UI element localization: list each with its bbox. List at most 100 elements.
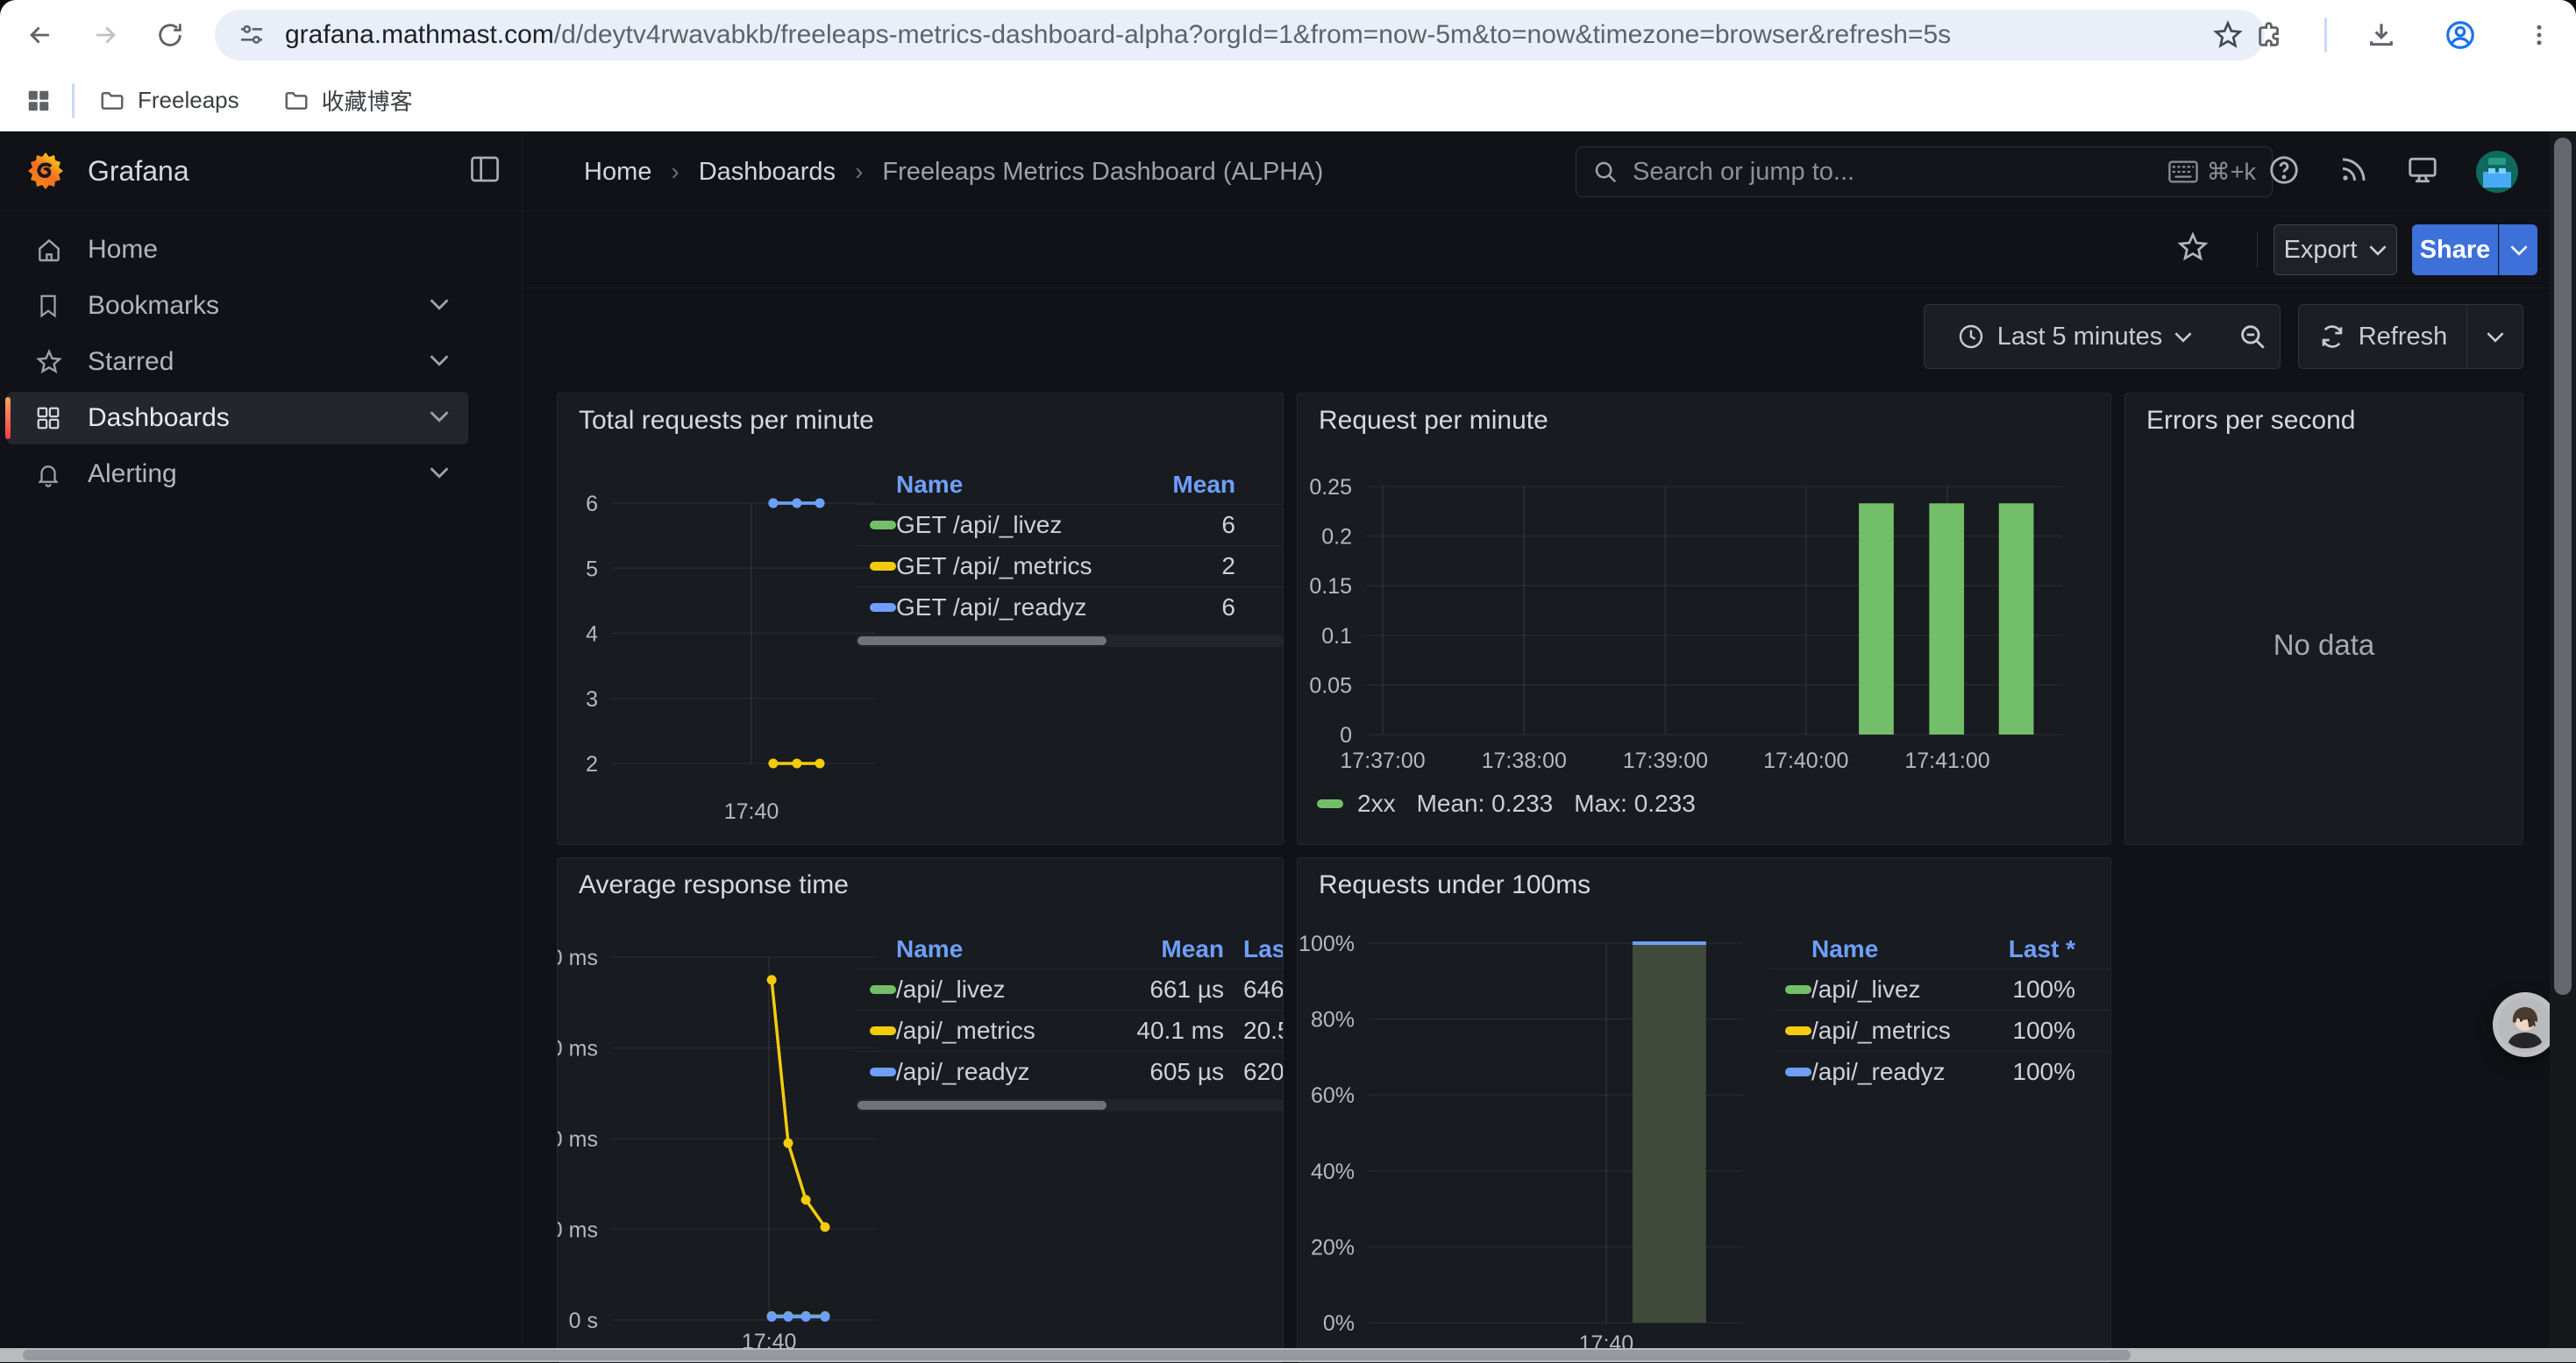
- url-text[interactable]: grafana.mathmast.com/d/deytv4rwavabkb/fr…: [285, 20, 1951, 50]
- sidebar-item-label: Alerting: [88, 459, 430, 489]
- svg-text:17:38:00: 17:38:00: [1482, 749, 1567, 773]
- grafana-logo-icon[interactable]: [25, 151, 67, 193]
- legend-header-name[interactable]: Name: [896, 935, 1114, 963]
- vertical-scrollbar[interactable]: [2550, 132, 2576, 1362]
- sidebar-item-label: Bookmarks: [88, 291, 430, 321]
- back-icon[interactable]: [16, 11, 65, 60]
- legend-row[interactable]: /api/_livez 661 µs 646: [856, 969, 1284, 1010]
- legend-max: Max: 0.233: [1574, 790, 1696, 818]
- panel-requests-under-100ms[interactable]: Requests under 100ms 100%80%60%40%20%0%1…: [1297, 857, 2111, 1363]
- news-rss-icon[interactable]: [2338, 154, 2369, 190]
- refresh-icon: [2318, 323, 2346, 351]
- downloads-icon[interactable]: [2357, 11, 2406, 60]
- refresh-interval-button[interactable]: [2466, 304, 2523, 369]
- bookmark-folder-freeleaps[interactable]: Freeleaps: [87, 80, 252, 121]
- chevron-down-icon: [2510, 245, 2528, 256]
- search-box[interactable]: ⌘+k: [1576, 146, 2273, 197]
- panel-request-per-minute[interactable]: Request per minute 0.250.20.150.10.05017…: [1297, 393, 2111, 845]
- panel-title[interactable]: Requests under 100ms: [1319, 870, 1590, 900]
- chevron-down-icon[interactable]: [430, 466, 449, 483]
- panel-total-requests[interactable]: Total requests per minute 6543217:40 Nam…: [557, 393, 1284, 845]
- series-color-pill: [870, 562, 896, 571]
- bookmark-star-icon[interactable]: [2212, 19, 2244, 51]
- sidebar-item-home[interactable]: Home: [7, 224, 468, 276]
- favorite-star-icon[interactable]: [2176, 231, 2210, 268]
- sidebar-item-bookmarks[interactable]: Bookmarks: [7, 280, 468, 332]
- chart[interactable]: 100%80%60%40%20%0%17:40: [1298, 924, 1751, 1363]
- extensions-icon[interactable]: [2245, 11, 2295, 60]
- help-icon[interactable]: [2267, 153, 2301, 191]
- panel-title[interactable]: Average response time: [579, 870, 849, 900]
- profile-icon[interactable]: [2436, 11, 2485, 60]
- chevron-down-icon[interactable]: [430, 410, 449, 427]
- breadcrumb-dashboards[interactable]: Dashboards: [699, 158, 836, 187]
- chart[interactable]: 6543217:40: [558, 490, 884, 836]
- zoom-out-button[interactable]: [2224, 304, 2281, 369]
- chevron-down-icon[interactable]: [430, 354, 449, 371]
- refresh-button[interactable]: Refresh: [2298, 304, 2467, 369]
- legend-header-name[interactable]: Name: [1811, 935, 1956, 963]
- svg-text:17:37:00: 17:37:00: [1340, 749, 1425, 773]
- bell-icon: [35, 461, 65, 487]
- series-color-pill: [870, 1026, 896, 1035]
- url-bar[interactable]: grafana.mathmast.com/d/deytv4rwavabkb/fr…: [215, 10, 2265, 60]
- legend-scrollbar[interactable]: [856, 1099, 1284, 1111]
- legend-scrollbar[interactable]: [856, 635, 1284, 647]
- horizontal-scrollbar[interactable]: [0, 1348, 2576, 1362]
- vertical-scrollbar-thumb[interactable]: [2554, 138, 2572, 995]
- monitor-icon[interactable]: [2406, 153, 2439, 191]
- legend-row[interactable]: GET /api/_readyz 6: [856, 586, 1284, 628]
- sidebar-item-dashboards[interactable]: Dashboards: [7, 392, 468, 444]
- forward-icon[interactable]: [81, 11, 130, 60]
- site-settings-icon[interactable]: [238, 21, 266, 49]
- search-input[interactable]: [1633, 158, 2168, 187]
- legend-header-name[interactable]: Name: [896, 471, 1130, 499]
- legend-row[interactable]: /api/_livez 100%: [1771, 969, 2110, 1010]
- panel-title[interactable]: Request per minute: [1319, 406, 1548, 436]
- legend-row[interactable]: /api/_readyz 100%: [1771, 1051, 2110, 1092]
- export-button[interactable]: Export: [2274, 224, 2397, 275]
- legend-row[interactable]: GET /api/_metrics 2: [856, 545, 1284, 586]
- legend-row[interactable]: /api/_readyz 605 µs 620: [856, 1051, 1284, 1092]
- panel-title[interactable]: Total requests per minute: [579, 406, 874, 436]
- panel-errors-per-second[interactable]: Errors per second No data: [2124, 393, 2523, 845]
- reload-icon[interactable]: [146, 11, 195, 60]
- legend-header-mean[interactable]: Mean: [1130, 471, 1284, 499]
- sidebar-toggle-icon[interactable]: [469, 155, 501, 188]
- svg-text:2: 2: [586, 752, 598, 777]
- horizontal-scrollbar-thumb[interactable]: [23, 1350, 2131, 1360]
- sidebar-item-alerting[interactable]: Alerting: [7, 448, 468, 500]
- svg-text:0.15: 0.15: [1309, 574, 1352, 599]
- legend-row[interactable]: /api/_metrics 100%: [1771, 1010, 2110, 1051]
- legend-series-name[interactable]: 2xx: [1357, 790, 1396, 818]
- chevron-down-icon[interactable]: [430, 298, 449, 315]
- legend-header-mean[interactable]: Mean: [1114, 935, 1224, 963]
- legend[interactable]: 2xx Mean: 0.233 Max: 0.233: [1317, 790, 1696, 818]
- folder-icon: [283, 88, 310, 114]
- breadcrumb: Home › Dashboards › Freeleaps Metrics Da…: [584, 132, 1323, 211]
- bookmarks-bar: Freeleaps 收藏博客: [0, 70, 2576, 131]
- user-avatar[interactable]: [2476, 151, 2518, 193]
- chart[interactable]: 0.250.20.150.10.05017:37:0017:38:0017:39…: [1298, 472, 2071, 792]
- avatar-girl-icon: [2498, 997, 2552, 1052]
- chart[interactable]: 80 ms60 ms40 ms20 ms0 s17:40: [558, 937, 884, 1362]
- series-color-pill: [870, 1068, 896, 1076]
- panel-average-response-time[interactable]: Average response time 80 ms60 ms40 ms20 …: [557, 857, 1284, 1363]
- dashboards-grid-icon: [35, 405, 65, 431]
- breadcrumb-home[interactable]: Home: [584, 158, 651, 187]
- assistant-avatar-widget[interactable]: [2493, 992, 2558, 1057]
- series-color-pill: [1785, 1026, 1811, 1035]
- browser-menu-icon[interactable]: [2515, 11, 2564, 60]
- legend-row[interactable]: GET /api/_livez 6: [856, 504, 1284, 545]
- sidebar-item-starred[interactable]: Starred: [7, 336, 468, 388]
- share-menu-button[interactable]: [2499, 224, 2537, 275]
- series-color-pill: [870, 985, 896, 994]
- bookmark-folder-blogs[interactable]: 收藏博客: [271, 77, 425, 124]
- share-button[interactable]: Share: [2412, 224, 2498, 275]
- legend-header-last[interactable]: Last *: [1956, 935, 2110, 963]
- breadcrumb-current: Freeleaps Metrics Dashboard (ALPHA): [882, 158, 1323, 187]
- time-range-picker[interactable]: Last 5 minutes: [1924, 304, 2225, 369]
- apps-grid-icon[interactable]: [14, 76, 63, 125]
- legend-row[interactable]: /api/_metrics 40.1 ms 20.5 r: [856, 1010, 1284, 1051]
- legend-header-last[interactable]: Las: [1224, 935, 1284, 963]
